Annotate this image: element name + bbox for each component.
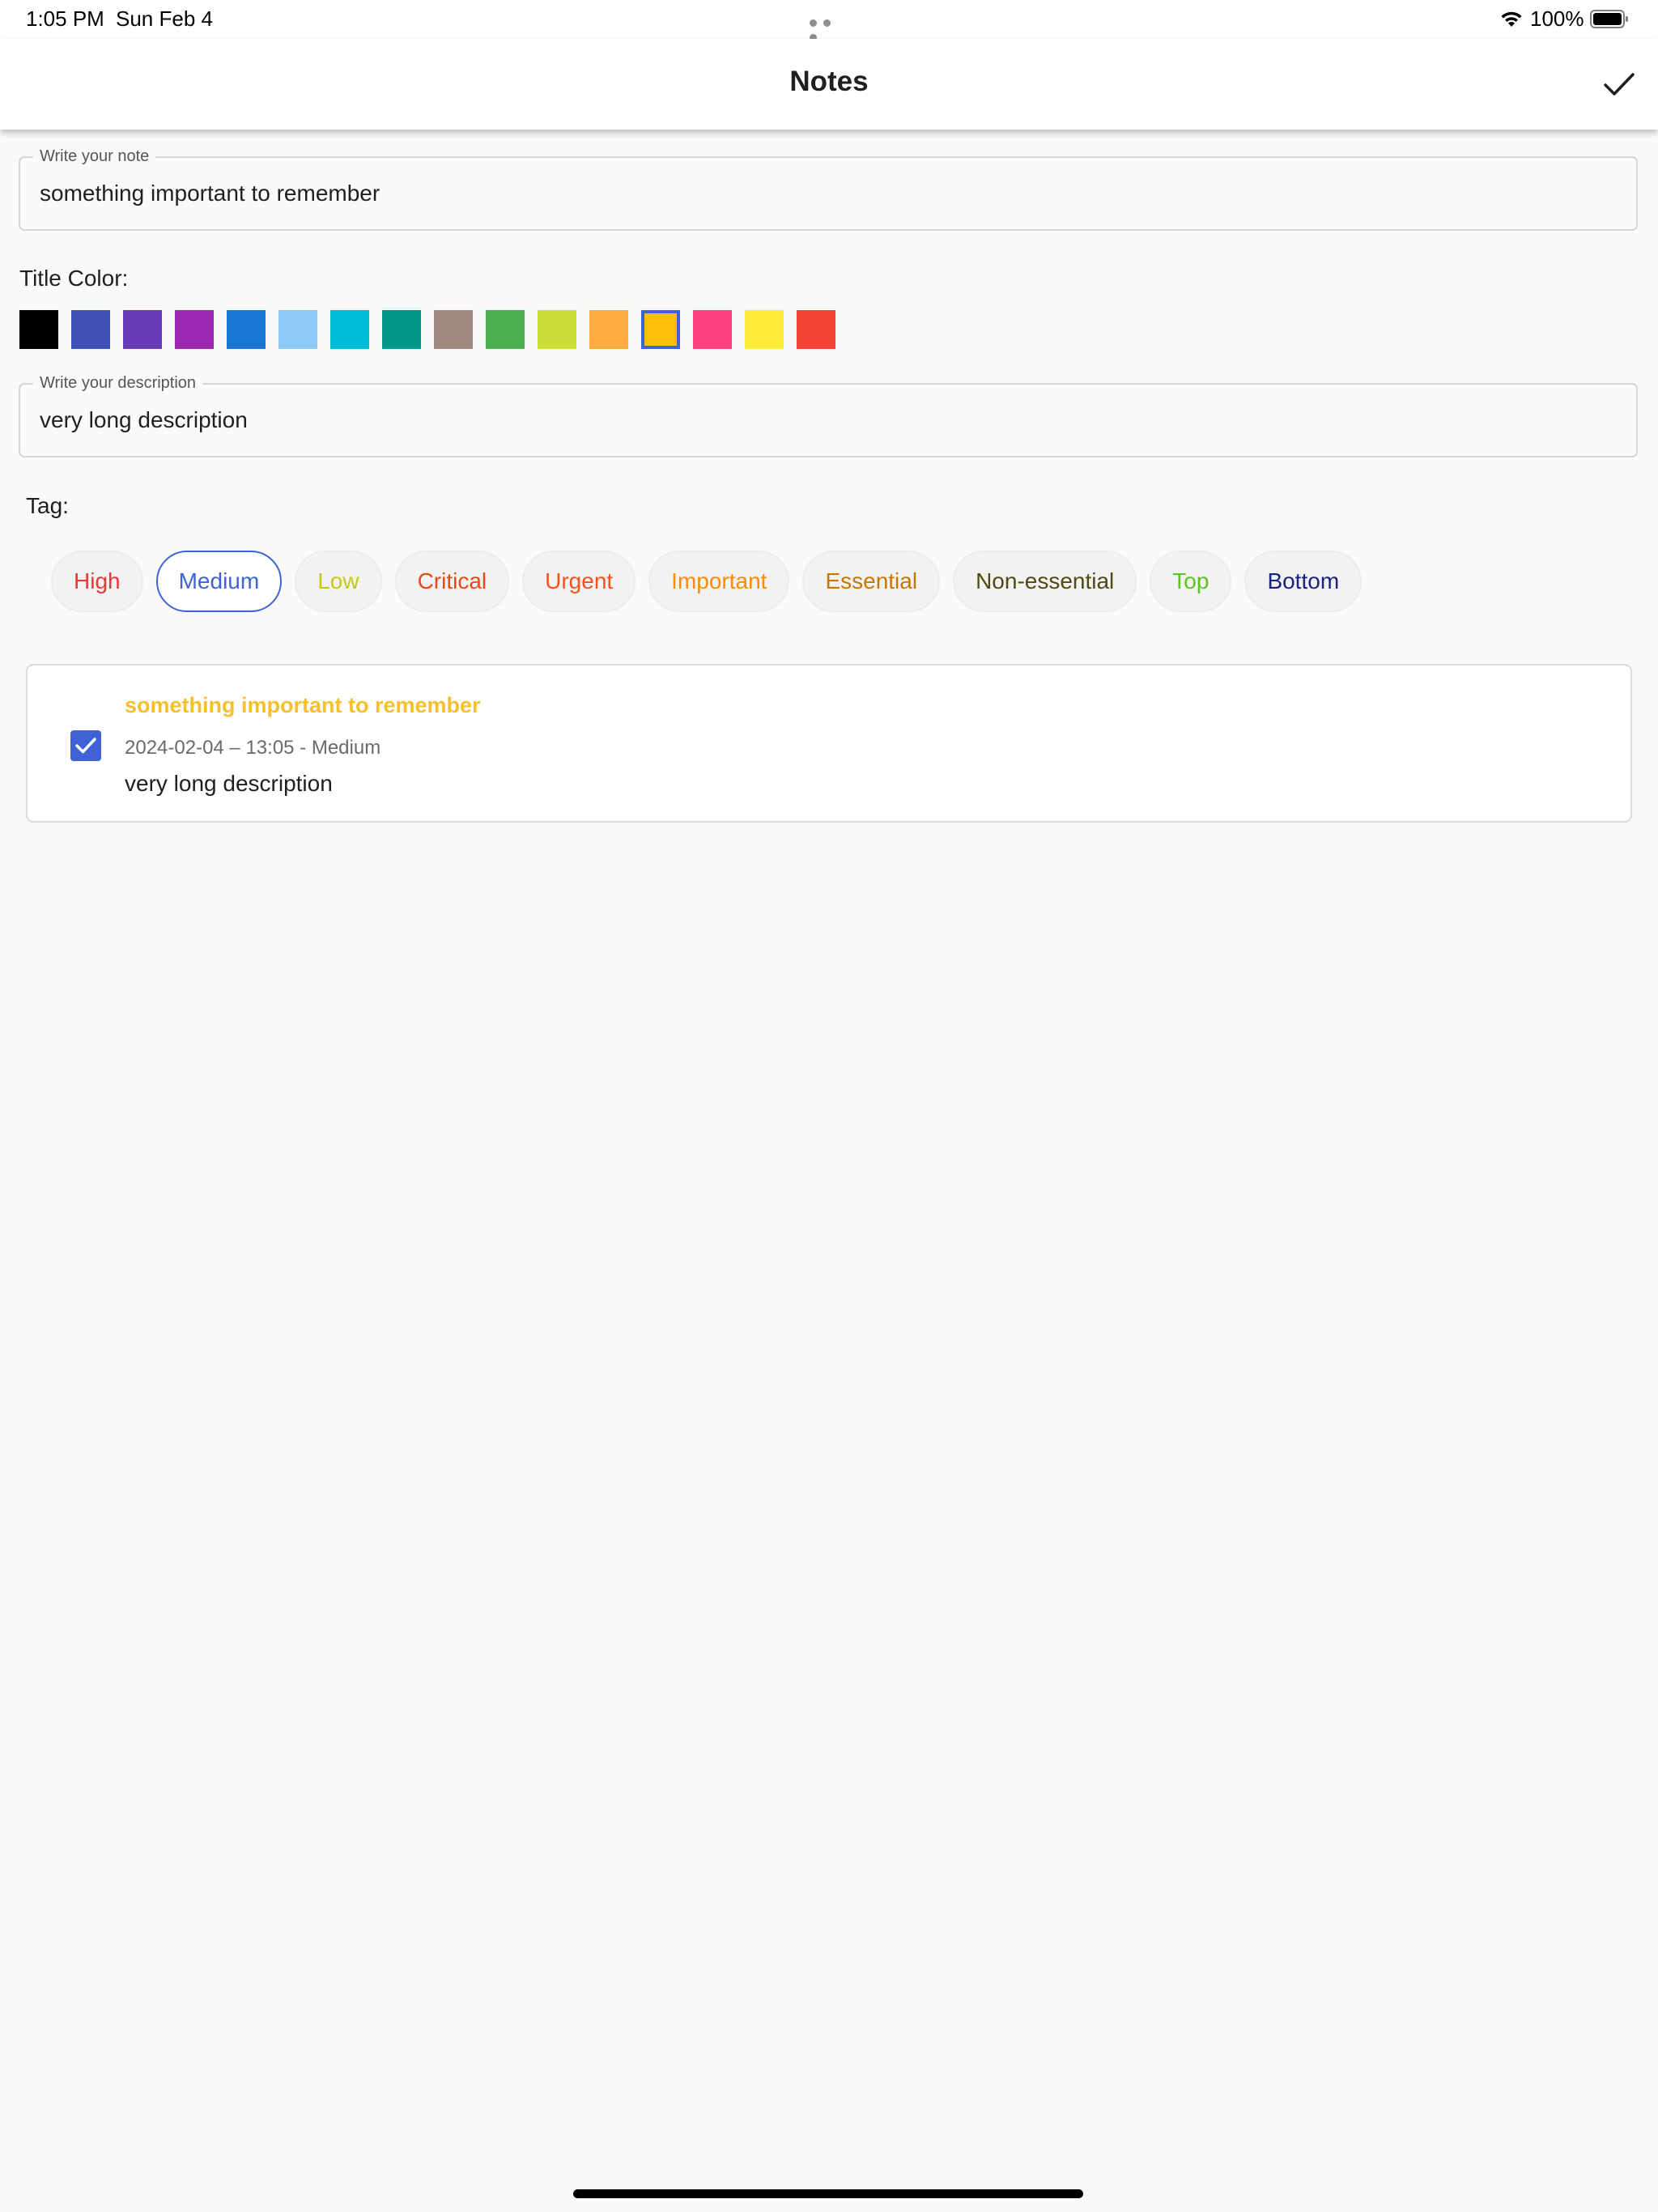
page-title: Notes [789, 66, 869, 97]
wifi-icon [1499, 9, 1524, 28]
color-swatch[interactable] [19, 310, 58, 349]
tag-chip-top[interactable]: Top [1150, 551, 1232, 612]
note-title: something important to remember [125, 693, 481, 717]
tag-chip-critical[interactable]: Critical [394, 551, 510, 612]
tag-chip-non-essential[interactable]: Non-essential [953, 551, 1137, 612]
color-swatch[interactable] [123, 310, 162, 349]
tag-chips: High Medium Low Critical Urgent Important Esse… [51, 551, 1375, 612]
tag-chip-important[interactable]: Important [648, 551, 790, 612]
note-input[interactable] [40, 176, 1610, 211]
color-swatch[interactable] [227, 310, 266, 349]
note-field: Write your note [19, 147, 1638, 231]
color-swatch[interactable] [278, 310, 317, 349]
color-swatch[interactable] [797, 310, 835, 349]
note-description: very long description [125, 771, 333, 796]
status-time: 1:05 PM [26, 6, 104, 31]
home-indicator[interactable] [573, 2189, 1083, 2198]
description-input[interactable] [40, 402, 1610, 438]
status-bar: 1:05 PM Sun Feb 4 100% [0, 0, 1658, 41]
tag-chip-high[interactable]: High [51, 551, 143, 612]
color-swatch[interactable] [641, 310, 680, 349]
description-field: Write your description [19, 373, 1638, 457]
note-checkbox[interactable] [70, 730, 101, 761]
color-swatch[interactable] [486, 310, 525, 349]
color-swatch[interactable] [693, 310, 732, 349]
color-swatch[interactable] [745, 310, 784, 349]
tag-chip-urgent[interactable]: Urgent [522, 551, 636, 612]
tag-chip-medium[interactable]: Medium [155, 551, 283, 612]
color-swatch[interactable] [538, 310, 576, 349]
color-swatch[interactable] [589, 310, 628, 349]
title-color-swatches [19, 310, 848, 349]
description-field-label: Write your description [33, 373, 203, 393]
multitasking-dots-icon[interactable] [810, 16, 848, 41]
color-swatch[interactable] [382, 310, 421, 349]
app-bar: Notes [0, 39, 1658, 130]
status-date: Sun Feb 4 [116, 6, 213, 31]
tag-label: Tag: [26, 493, 69, 518]
battery-percentage: 100% [1530, 6, 1584, 31]
note-field-label: Write your note [33, 147, 156, 166]
title-color-label: Title Color: [19, 266, 129, 291]
color-swatch[interactable] [175, 310, 214, 349]
check-icon [1604, 73, 1635, 96]
tag-chip-low[interactable]: Low [295, 551, 382, 612]
save-button[interactable] [1587, 62, 1652, 107]
color-swatch[interactable] [330, 310, 369, 349]
tag-chip-essential[interactable]: Essential [802, 551, 941, 612]
checkmark-icon [75, 738, 96, 754]
note-meta: 2024-02-04 – 13:05 - Medium [125, 737, 381, 759]
tag-chip-bottom[interactable]: Bottom [1244, 551, 1363, 612]
battery-icon [1590, 10, 1629, 28]
color-swatch[interactable] [71, 310, 110, 349]
note-card[interactable]: something important to remember 2024-02-… [26, 664, 1632, 823]
color-swatch[interactable] [434, 310, 473, 349]
